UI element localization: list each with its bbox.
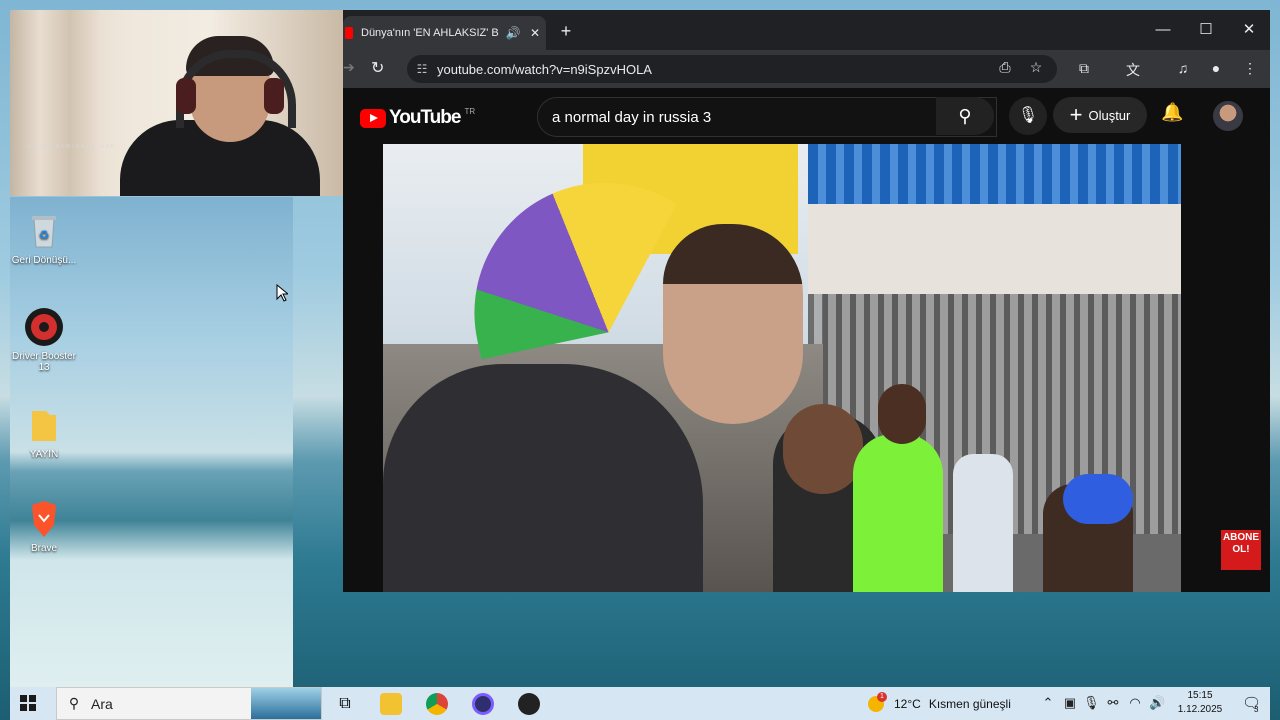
person	[853, 434, 943, 592]
person	[783, 404, 863, 494]
headset-earcup	[176, 78, 196, 114]
browser-window: Dünya'nın 'EN AHLAKSIZ' B 🔊 ✕ + — ☐ ✕ ➔ …	[343, 10, 1270, 592]
tab-title: Dünya'nın 'EN AHLAKSIZ' B	[361, 27, 499, 39]
search-highlight-image	[251, 688, 321, 719]
microphone-icon: 🎙	[1017, 107, 1039, 124]
weather-sun-icon: 1	[868, 691, 887, 712]
desktop-icon-label: Driver Booster 13	[12, 351, 76, 373]
desktop-icon-label: Geri Dönüşü...	[11, 255, 77, 266]
plus-icon: +	[1069, 102, 1083, 127]
new-tab-button[interactable]: +	[555, 20, 577, 42]
site-info-icon[interactable]: ☷	[407, 62, 437, 76]
extensions-icon[interactable]: ⧉	[1073, 60, 1095, 77]
windows-start-icon[interactable]	[20, 695, 36, 711]
youtube-header: YouTube TR a normal day in russia 3 ✕ ⚲ …	[343, 88, 1270, 144]
weather-badge: 1	[877, 691, 887, 702]
weather-temp: 12°C	[894, 696, 921, 711]
recycle-bin-icon: ♻	[24, 211, 64, 251]
brave-icon	[24, 499, 64, 539]
person	[383, 364, 703, 592]
youtube-logo[interactable]: YouTube TR	[360, 107, 475, 129]
mouse-cursor-icon	[276, 283, 290, 307]
desktop-icon-label: Brave	[30, 543, 58, 554]
headset-earcup	[264, 78, 284, 114]
search-button[interactable]: ⚲	[936, 97, 994, 135]
taskbar-search[interactable]: ⚲ Ara	[56, 687, 322, 720]
desktop-icon-driver-booster[interactable]: Driver Booster 13	[9, 307, 79, 373]
youtube-favicon-icon	[345, 27, 353, 39]
tab-bar: Dünya'nın 'EN AHLAKSIZ' B 🔊 ✕ + — ☐ ✕	[343, 10, 1270, 50]
maximize-button[interactable]: ☐	[1186, 18, 1226, 42]
video-scene	[808, 144, 1181, 204]
media-control-icon[interactable]: ♫	[1172, 60, 1194, 76]
desktop-icon-recycle-bin[interactable]: ♻ Geri Dönüşü...	[9, 211, 79, 266]
network-icon[interactable]: ⚯	[1105, 695, 1121, 711]
clock-time: 15:15	[1187, 690, 1213, 701]
app-icon[interactable]	[472, 693, 494, 715]
file-explorer-icon[interactable]	[380, 693, 402, 715]
voice-search-button[interactable]: 🎙	[1009, 97, 1047, 135]
search-icon: ⚲	[958, 106, 972, 126]
driver-booster-icon	[24, 307, 64, 347]
menu-icon[interactable]: ⋮	[1239, 60, 1261, 77]
minimize-button[interactable]: —	[1143, 18, 1183, 42]
back-arrow-icon[interactable]: ➔	[343, 59, 355, 76]
desktop-icon-label: YAYIN	[29, 449, 59, 460]
tab-close-icon[interactable]: ✕	[524, 26, 546, 40]
chrome-icon[interactable]	[426, 693, 448, 715]
create-button[interactable]: + Oluştur	[1053, 97, 1147, 133]
weather-widget[interactable]: 1 12°C Kısmen güneşli	[868, 687, 1011, 720]
desktop-icon-brave[interactable]: Brave	[9, 499, 79, 554]
person	[878, 384, 926, 444]
webcam-overlay: using ermidean son	[10, 10, 344, 196]
profile-icon[interactable]: ●	[1205, 60, 1227, 76]
create-label: Oluştur	[1088, 107, 1131, 123]
url-text: youtube.com/watch?v=n9iSpzvHOLA	[437, 61, 652, 77]
notifications-bell-icon[interactable]: 🔔	[1161, 102, 1183, 123]
desktop-area: ♻ Geri Dönüşü... Driver Booster 13 YAYIN…	[10, 197, 293, 687]
video-player[interactable]	[383, 144, 1181, 592]
notification-count: 3	[1254, 705, 1259, 714]
country-code: TR	[464, 106, 476, 116]
search-box[interactable]: a normal day in russia 3 ✕	[537, 97, 997, 137]
curtain	[10, 10, 100, 196]
address-bar: ➔ ↻ ☷ youtube.com/watch?v=n9iSpzvHOLA ⎙ …	[343, 50, 1270, 88]
svg-text:♻: ♻	[39, 228, 50, 242]
taskbar: ⚲ Ara ⧉ 1 12°C Kısmen güneşli ⌃ ▣ 🎙 ⚯ ◠ …	[10, 687, 1270, 720]
volume-icon[interactable]: 🔊	[1149, 695, 1165, 711]
wifi-icon[interactable]: ◠	[1127, 695, 1143, 711]
taskbar-search-placeholder: Ara	[91, 695, 113, 712]
search-input[interactable]: a normal day in russia 3	[538, 109, 956, 126]
webcam-caption: using ermidean son	[28, 144, 117, 150]
taskbar-clock[interactable]: 15:15 1.12.2025	[1175, 689, 1225, 717]
microphone-icon[interactable]: 🎙	[1083, 695, 1100, 711]
video-scene	[808, 204, 1181, 294]
desktop-icon-yayin[interactable]: YAYIN	[9, 405, 79, 460]
weather-desc: Kısmen güneşli	[928, 696, 1011, 711]
folder-icon	[24, 405, 64, 445]
avatar[interactable]	[1213, 101, 1243, 131]
subscribe-overlay: ABONE OL!	[1221, 530, 1261, 570]
chevron-up-icon[interactable]: ⌃	[1040, 695, 1056, 711]
task-view-icon[interactable]: ⧉	[334, 693, 356, 715]
tray-app-icon[interactable]: ▣	[1062, 695, 1078, 711]
reload-icon[interactable]: ↻	[371, 58, 384, 78]
tab-youtube[interactable]: Dünya'nın 'EN AHLAKSIZ' B 🔊 ✕	[343, 16, 546, 50]
search-icon: ⚲	[68, 695, 80, 711]
speaker-icon[interactable]: 🔊	[502, 26, 524, 40]
translate-icon[interactable]: 文	[1122, 60, 1144, 80]
install-app-icon[interactable]: ⎙	[995, 59, 1015, 76]
close-window-button[interactable]: ✕	[1229, 18, 1269, 42]
person	[1063, 474, 1133, 524]
person	[663, 224, 803, 424]
person	[953, 454, 1013, 592]
url-bar[interactable]: ☷ youtube.com/watch?v=n9iSpzvHOLA	[407, 55, 1057, 83]
youtube-play-icon	[360, 108, 386, 128]
youtube-logo-text: YouTube	[389, 107, 461, 128]
clock-date: 1.12.2025	[1177, 704, 1223, 715]
obs-icon[interactable]	[518, 693, 540, 715]
bookmark-star-icon[interactable]: ☆	[1026, 59, 1046, 76]
